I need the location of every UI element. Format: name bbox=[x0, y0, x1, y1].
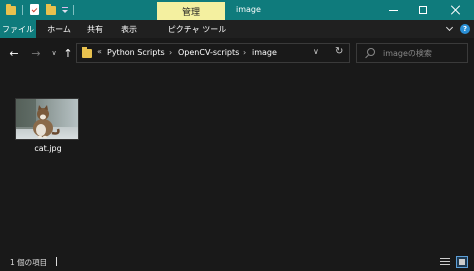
status-bar: 1 個の項目 bbox=[0, 253, 474, 271]
details-view-icon[interactable] bbox=[440, 257, 450, 267]
details-view-line bbox=[440, 264, 450, 265]
search-icon bbox=[367, 48, 375, 56]
tab-view[interactable]: 表示 bbox=[118, 20, 140, 38]
address-bar[interactable]: « Python Scripts › OpenCV-scripts › imag… bbox=[76, 43, 350, 63]
up-button[interactable]: ↑ bbox=[60, 45, 76, 61]
help-icon[interactable]: ? bbox=[460, 24, 470, 34]
breadcrumb-overflow[interactable]: « bbox=[97, 47, 102, 56]
search-input[interactable] bbox=[383, 47, 465, 59]
large-icons-view-icon[interactable] bbox=[456, 256, 468, 268]
minimize-button[interactable] bbox=[378, 0, 408, 20]
item-count: 1 個の項目 bbox=[10, 258, 48, 267]
expand-ribbon-icon[interactable] bbox=[446, 25, 454, 33]
close-button[interactable] bbox=[440, 0, 470, 20]
properties-icon[interactable] bbox=[30, 4, 39, 15]
maximize-icon bbox=[419, 6, 427, 14]
tab-home[interactable]: ホーム bbox=[46, 20, 72, 38]
address-dropdown-button[interactable]: ∨ bbox=[313, 47, 319, 56]
forward-button[interactable]: → bbox=[28, 45, 44, 61]
window-title: image bbox=[236, 5, 261, 14]
file-name: cat.jpg bbox=[34, 144, 62, 153]
tab-picture-tools[interactable]: ピクチャ ツール bbox=[166, 20, 228, 38]
refresh-button[interactable]: ↻ bbox=[335, 46, 343, 57]
status-divider bbox=[56, 257, 57, 266]
tab-share[interactable]: 共有 bbox=[84, 20, 106, 38]
customize-quick-access-icon[interactable] bbox=[61, 4, 69, 15]
tab-file[interactable]: ファイル bbox=[0, 20, 36, 38]
folder-icon[interactable] bbox=[6, 4, 16, 15]
new-folder-icon[interactable] bbox=[46, 4, 56, 15]
details-view-line bbox=[440, 261, 450, 262]
file-item-cat[interactable]: cat.jpg bbox=[12, 96, 84, 158]
maximize-button[interactable] bbox=[408, 0, 438, 20]
details-view-line bbox=[440, 258, 450, 259]
chevron-right-icon[interactable]: › bbox=[169, 48, 172, 57]
folder-icon bbox=[82, 47, 92, 58]
title-bar: 管理 image bbox=[0, 0, 474, 20]
breadcrumb-opencv-scripts[interactable]: OpenCV-scripts bbox=[178, 48, 239, 57]
quick-access-divider bbox=[22, 5, 23, 15]
quick-access-divider bbox=[73, 5, 74, 15]
chevron-right-icon[interactable]: › bbox=[243, 48, 246, 57]
cat-thumbnail-image bbox=[16, 99, 78, 139]
back-button[interactable]: ← bbox=[6, 45, 22, 61]
tab-manage[interactable]: 管理 bbox=[157, 2, 225, 20]
close-icon bbox=[450, 5, 460, 15]
ribbon-tabs: ファイル ホーム 共有 表示 ピクチャ ツール ? bbox=[0, 20, 474, 38]
breadcrumb-image[interactable]: image bbox=[252, 48, 277, 57]
search-box[interactable] bbox=[356, 43, 468, 63]
file-thumbnail bbox=[15, 98, 79, 140]
navigation-bar: ← → ∨ ↑ « Python Scripts › OpenCV-script… bbox=[0, 38, 474, 68]
minimize-icon bbox=[388, 9, 398, 11]
file-list[interactable]: cat.jpg bbox=[0, 68, 474, 253]
breadcrumb-python-scripts[interactable]: Python Scripts bbox=[107, 48, 165, 57]
